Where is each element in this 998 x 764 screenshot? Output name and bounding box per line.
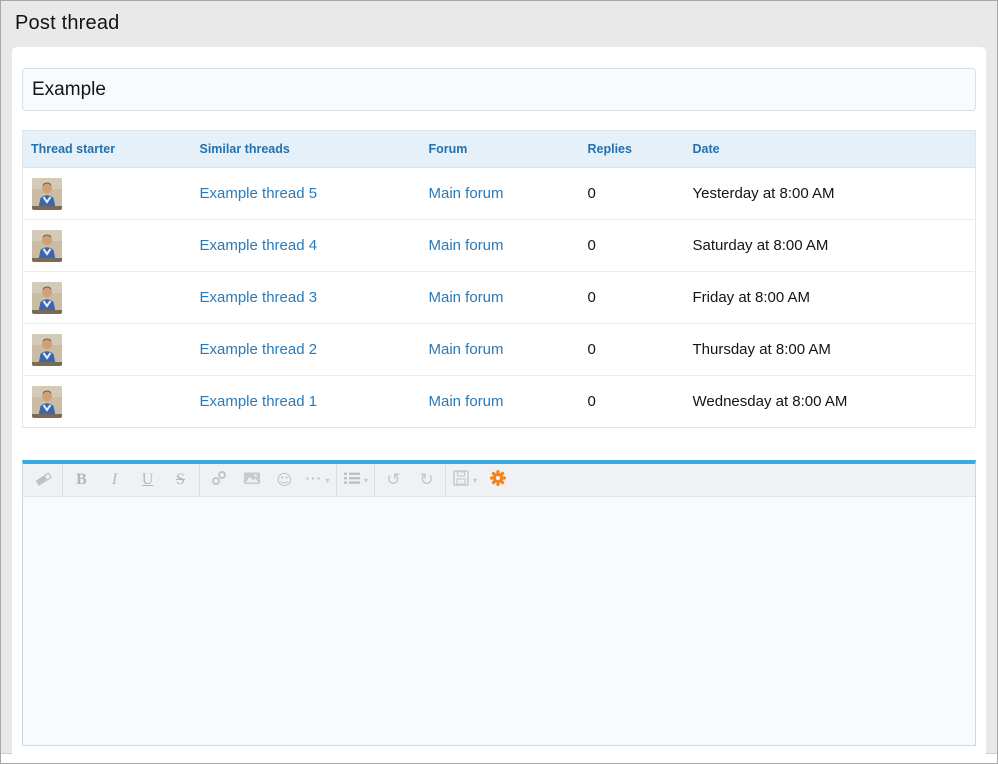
chevron-down-icon: ▾ [364, 476, 368, 485]
col-header-similar-threads: Similar threads [192, 131, 421, 168]
redo-button[interactable]: ↻ [410, 464, 443, 497]
italic-button[interactable]: I [98, 464, 131, 497]
table-row: Example thread 3 Main forum 0 Friday at … [23, 272, 976, 324]
save-draft-button[interactable]: ▾ [448, 464, 481, 497]
replies-count: 0 [580, 272, 685, 324]
replies-count: 0 [580, 220, 685, 272]
col-header-replies: Replies [580, 131, 685, 168]
avatar[interactable] [32, 386, 62, 418]
strikethrough-icon: S [176, 471, 185, 489]
toolbar-separator [374, 464, 375, 497]
insert-image-button[interactable] [235, 464, 268, 497]
thread-date: Wednesday at 8:00 AM [685, 376, 976, 428]
table-row: Example thread 1 Main forum 0 Wednesday … [23, 376, 976, 428]
table-row: Example thread 5 Main forum 0 Yesterday … [23, 168, 976, 220]
avatar[interactable] [32, 230, 62, 262]
col-header-date: Date [685, 131, 976, 168]
thread-date: Friday at 8:00 AM [685, 272, 976, 324]
chevron-down-icon: ▾ [325, 476, 329, 485]
redo-icon: ↻ [419, 470, 433, 490]
more-icon: ··· [305, 470, 322, 490]
italic-icon: I [112, 471, 117, 489]
table-header-row: Thread starter Similar threads Forum Rep… [23, 131, 976, 168]
thread-form-panel: Thread starter Similar threads Forum Rep… [12, 47, 986, 754]
thread-link[interactable]: Example thread 3 [200, 289, 318, 306]
thread-title-input[interactable] [22, 68, 976, 111]
replies-count: 0 [580, 376, 685, 428]
more-options-button[interactable]: ···▾ [301, 464, 334, 497]
remove-format-button[interactable] [27, 464, 60, 497]
gear-icon [489, 469, 507, 492]
list-button[interactable]: ▾ [339, 464, 372, 497]
editor-settings-button[interactable] [481, 464, 514, 497]
underline-button[interactable]: U [131, 464, 164, 497]
toolbar-separator [445, 464, 446, 497]
forum-link[interactable]: Main forum [429, 393, 504, 410]
bold-button[interactable]: B [65, 464, 98, 497]
editor-body[interactable] [23, 497, 975, 745]
thread-link[interactable]: Example thread 2 [200, 341, 318, 358]
toolbar-separator [199, 464, 200, 497]
undo-button[interactable]: ↺ [377, 464, 410, 497]
forum-link[interactable]: Main forum [429, 185, 504, 202]
post-thread-page: Post thread Thread starter Similar threa… [0, 0, 998, 764]
editor-toolbar: B I U S ☺ ···▾ ▾ ↺ ↻ ▾ [23, 464, 975, 497]
list-icon [343, 469, 361, 492]
link-icon [210, 469, 228, 492]
thread-link[interactable]: Example thread 5 [200, 185, 318, 202]
form-background: Post thread Thread starter Similar threa… [1, 1, 997, 754]
bold-icon: B [76, 471, 87, 489]
save-icon [452, 469, 470, 492]
eraser-icon [35, 469, 53, 492]
chevron-down-icon: ▾ [473, 476, 477, 485]
avatar[interactable] [32, 334, 62, 366]
thread-link[interactable]: Example thread 4 [200, 237, 318, 254]
replies-count: 0 [580, 324, 685, 376]
table-row: Example thread 4 Main forum 0 Saturday a… [23, 220, 976, 272]
thread-link[interactable]: Example thread 1 [200, 393, 318, 410]
thread-date: Thursday at 8:00 AM [685, 324, 976, 376]
smiley-button[interactable]: ☺ [268, 464, 301, 497]
toolbar-separator [336, 464, 337, 497]
table-row: Example thread 2 Main forum 0 Thursday a… [23, 324, 976, 376]
forum-link[interactable]: Main forum [429, 341, 504, 358]
avatar[interactable] [32, 178, 62, 210]
rich-text-editor: B I U S ☺ ···▾ ▾ ↺ ↻ ▾ [22, 460, 976, 746]
toolbar-separator [62, 464, 63, 497]
avatar[interactable] [32, 282, 62, 314]
thread-date: Saturday at 8:00 AM [685, 220, 976, 272]
forum-link[interactable]: Main forum [429, 237, 504, 254]
replies-count: 0 [580, 168, 685, 220]
underline-icon: U [142, 471, 154, 489]
image-icon [243, 469, 261, 492]
smiley-icon: ☺ [277, 471, 293, 489]
thread-date: Yesterday at 8:00 AM [685, 168, 976, 220]
strikethrough-button[interactable]: S [164, 464, 197, 497]
similar-threads-table: Thread starter Similar threads Forum Rep… [22, 130, 976, 428]
col-header-thread-starter: Thread starter [23, 131, 192, 168]
forum-link[interactable]: Main forum [429, 289, 504, 306]
page-title: Post thread [12, 1, 986, 47]
insert-link-button[interactable] [202, 464, 235, 497]
undo-icon: ↺ [386, 470, 400, 490]
col-header-forum: Forum [421, 131, 580, 168]
